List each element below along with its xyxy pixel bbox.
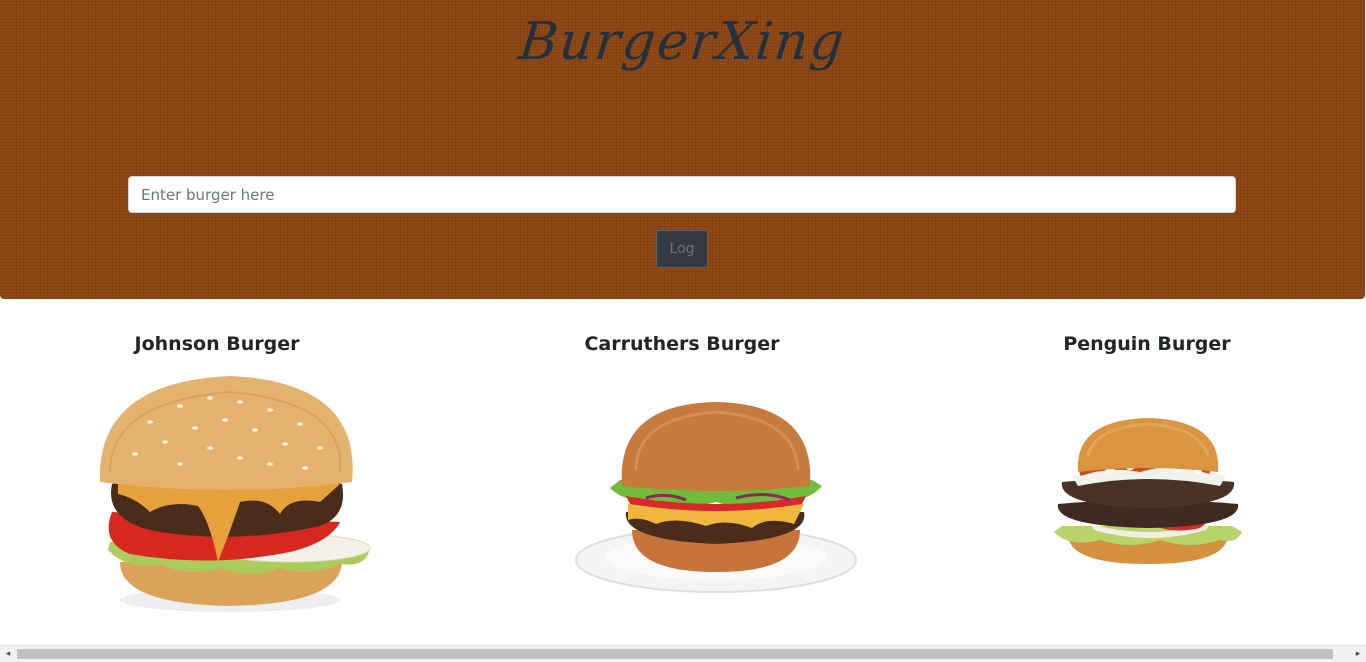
burger-card[interactable]: Penguin Burger — [997, 330, 1297, 358]
log-button[interactable]: Log — [656, 230, 708, 268]
burger-card[interactable]: Carruthers Burger — [532, 330, 832, 358]
burger-name-input[interactable] — [128, 176, 1236, 213]
burger-image-penguin[interactable] — [1050, 416, 1246, 568]
header-jumbotron: BurgerXing Log — [0, 0, 1365, 299]
horizontal-scrollbar[interactable]: ◂ ▸ — [0, 645, 1366, 662]
burger-title: Carruthers Burger — [584, 333, 780, 355]
triangle-left-icon[interactable]: ◂ — [0, 646, 16, 662]
burger-title: Penguin Burger — [1063, 333, 1231, 355]
brand-title: BurgerXing — [516, 12, 849, 72]
triangle-right-icon[interactable]: ▸ — [1350, 646, 1366, 662]
page: BurgerXing Log Johnson Burger — [0, 0, 1366, 662]
burger-image-carruthers[interactable] — [566, 400, 862, 600]
burger-card[interactable]: Johnson Burger — [67, 330, 367, 358]
burger-image-johnson[interactable] — [90, 372, 380, 622]
scrollbar-thumb[interactable] — [17, 649, 1333, 659]
burger-title: Johnson Burger — [134, 333, 300, 355]
